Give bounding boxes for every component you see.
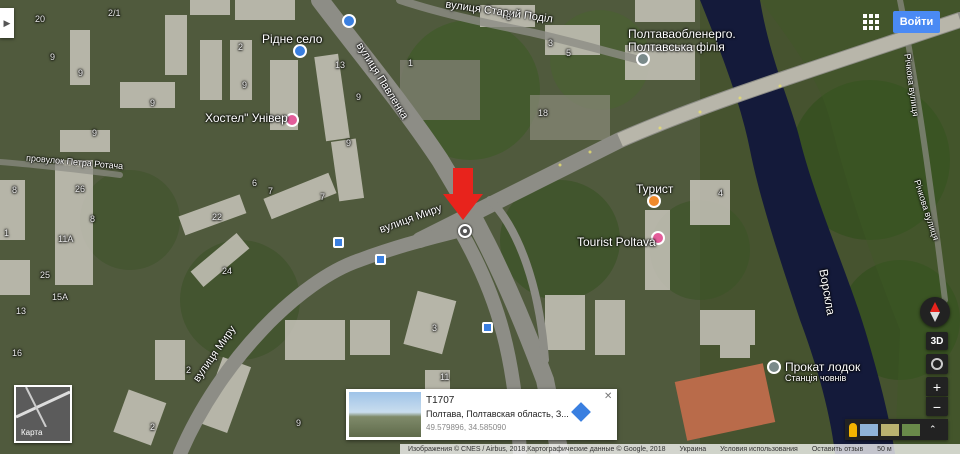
tilt-3d-button[interactable]: 3D [926,332,948,350]
directions-icon[interactable] [571,402,591,422]
streetview-thumbnail[interactable] [349,392,421,437]
zoom-in-button[interactable]: + [926,377,948,396]
house-number: 2 [186,365,192,375]
house-number: 7 [268,186,274,196]
satellite-map[interactable] [0,0,960,454]
house-number: 9 [78,68,84,78]
feedback-link[interactable]: Оставить отзыв [812,446,863,453]
card-coords: 49.579896, 34.585090 [426,423,507,432]
place-label[interactable]: Хостел" Універ [205,111,288,125]
house-number: 18 [538,108,549,118]
house-number: 9 [242,80,248,90]
terms-link[interactable]: Условия использования [720,446,798,453]
house-number: 6 [252,178,258,188]
house-number: 8 [90,214,96,224]
streetview-pin-icon[interactable] [458,224,472,238]
house-number: 3 [432,323,438,333]
house-number: 2/1 [108,8,121,18]
restaurant-pin-icon[interactable] [647,194,661,208]
place-label[interactable]: Полтаваобленерго. [628,27,736,41]
house-number: 9 [296,418,302,428]
bus-stop-icon[interactable] [482,322,493,333]
imagery-strip[interactable]: ⌃ [845,419,948,440]
house-number: 25 [40,270,51,280]
house-number: 9 [346,138,352,148]
house-number: 11 [440,372,450,382]
chevron-right-icon: ▶ [3,17,11,28]
boat-pin-icon[interactable] [767,360,781,374]
house-number: 4 [718,188,724,198]
place-label[interactable]: Рідне село [262,32,322,46]
imagery-thumb-icon[interactable] [902,423,920,436]
house-number: 6 [506,12,512,22]
map-footer: Изображения © CNES / Airbus, 2018,Картог… [400,444,960,454]
map-type-label: Карта [21,428,43,437]
crosshair-icon [931,358,943,370]
place-label[interactable]: Турист [636,182,673,196]
house-number: 1 [408,58,414,68]
minimap-roads-icon [16,387,70,427]
country-link[interactable]: Украина [680,446,707,453]
pegman-icon[interactable] [849,422,857,437]
bus-stop-icon[interactable] [375,254,386,265]
house-number: 7 [320,192,326,202]
chevron-up-icon[interactable]: ⌃ [929,424,937,435]
house-number: 9 [92,128,98,138]
place-label[interactable]: Полтавська філія [628,40,725,54]
close-icon[interactable]: ✕ [604,391,612,402]
scale-label[interactable]: 50 м [877,446,892,453]
place-label[interactable]: Tourist Poltava [577,235,656,249]
attribution-text: Изображения © CNES / Airbus, 2018,Картог… [408,445,666,453]
house-number: 22 [212,212,223,222]
imagery-thumb-icon[interactable] [860,423,878,436]
imagery-thumb-icon[interactable] [881,423,899,436]
house-number: 2 [150,422,156,432]
place-label[interactable]: Станція човнів [785,373,846,383]
compass-control[interactable] [920,297,950,327]
house-number: 9 [356,92,362,102]
map-type-toggle[interactable]: Карта [14,385,72,443]
login-button[interactable]: Войти [893,11,940,33]
house-number: 11A [58,234,74,244]
office-pin-icon[interactable] [636,52,650,66]
house-number: 3 [548,38,554,48]
location-marker-icon [443,168,483,220]
apps-button[interactable] [862,13,880,31]
compass-icon [930,302,940,322]
place-label[interactable]: Прокат лодок [785,360,860,374]
side-panel-toggle-button[interactable]: ▶ [0,8,14,38]
card-address: Полтава, Полтавская область, З... [426,409,569,419]
card-title: T1707 [426,395,455,406]
house-number: 9 [50,52,56,62]
house-number: 13 [16,306,27,316]
house-number: 26 [75,184,86,194]
house-number: 1 [4,228,10,238]
house-number: 13 [335,60,346,70]
house-number: 20 [35,14,46,24]
bank-pin-icon[interactable] [293,44,307,58]
bus-stop-icon[interactable] [333,237,344,248]
streetview-info-card[interactable]: T1707 Полтава, Полтавская область, З... … [346,389,617,440]
gas-pin-icon[interactable] [342,14,356,28]
house-number: 2 [238,42,244,52]
house-number: 5 [566,48,572,58]
house-number: 9 [150,98,156,108]
house-number: 15A [52,292,69,302]
house-number: 8 [12,185,18,195]
my-location-button[interactable] [926,354,948,374]
house-number: 24 [222,266,233,276]
house-number: 16 [12,348,23,358]
zoom-out-button[interactable]: − [926,397,948,416]
